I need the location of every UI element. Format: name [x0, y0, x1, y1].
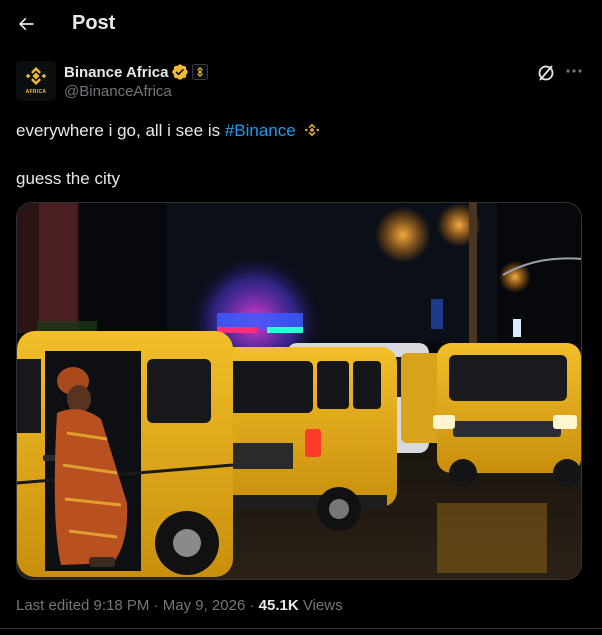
views-count: 45.1K [258, 597, 299, 614]
more-options-button[interactable] [564, 61, 584, 81]
arrow-left-icon [18, 17, 34, 31]
author-handle[interactable]: @BinanceAfrica [64, 83, 172, 100]
more-dots-icon [566, 69, 582, 73]
avatar[interactable]: AFRICA [16, 61, 56, 101]
tweet-photo[interactable] [16, 202, 582, 580]
tweet-text-body: everywhere i go, all i see is [16, 121, 225, 140]
post-header: Post [0, 0, 602, 48]
display-name[interactable]: Binance Africa [64, 64, 168, 81]
hashtag-link[interactable]: #Binance [225, 121, 296, 140]
grok-button[interactable] [536, 63, 556, 83]
binance-logo-icon [25, 67, 47, 85]
author-block: AFRICA Binance Africa @BinanceAfrica [16, 61, 586, 105]
back-button[interactable] [10, 8, 42, 40]
page-title: Post [72, 12, 116, 34]
tweet-text: everywhere i go, all i see is #Binance [16, 120, 321, 142]
views-label: Views [298, 597, 343, 614]
tweet-text-line2: guess the city [16, 169, 120, 188]
edited-timestamp[interactable]: Last edited 9:18 PM · May 9, 2026 · [16, 597, 259, 614]
divider [0, 628, 602, 629]
verified-badge-icon [172, 64, 189, 80]
avatar-caption: AFRICA [25, 89, 47, 95]
grok-icon [538, 65, 554, 81]
name-row: Binance Africa [64, 63, 209, 81]
tweet-meta: Last edited 9:18 PM · May 9, 2026 · 45.1… [16, 597, 343, 614]
binance-hashflag-icon [305, 123, 320, 137]
affiliate-badge-icon[interactable] [192, 64, 209, 80]
street-photo-image [17, 203, 581, 579]
